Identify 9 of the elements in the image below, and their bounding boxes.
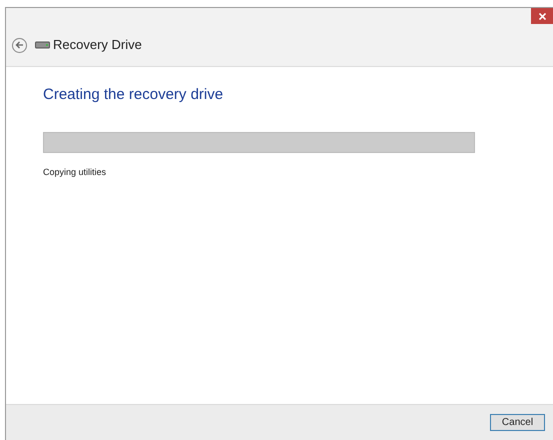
back-button[interactable] (12, 38, 27, 52)
back-arrow-icon (15, 41, 24, 49)
cancel-button[interactable]: Cancel (490, 414, 545, 431)
drive-icon (35, 41, 50, 49)
window-title: Recovery Drive (53, 36, 142, 54)
close-button[interactable] (531, 8, 553, 24)
page-heading: Creating the recovery drive (43, 85, 224, 105)
status-text: Copying utilities (43, 166, 108, 179)
close-icon (538, 12, 546, 20)
